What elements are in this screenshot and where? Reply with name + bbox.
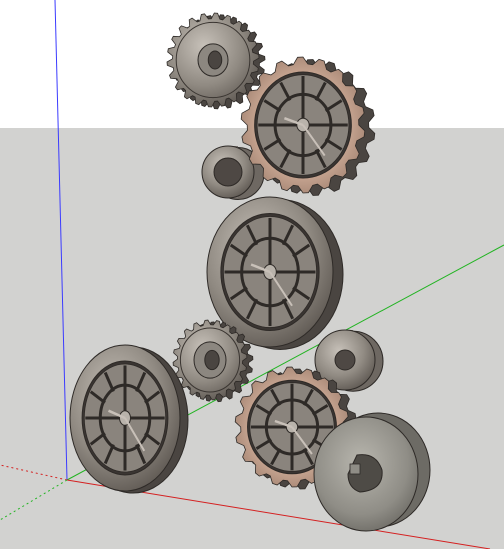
- sketchup-viewport[interactable]: [0, 0, 504, 549]
- bottom-left-clock-wheel[interactable]: [69, 344, 189, 494]
- model-scene[interactable]: [0, 0, 504, 549]
